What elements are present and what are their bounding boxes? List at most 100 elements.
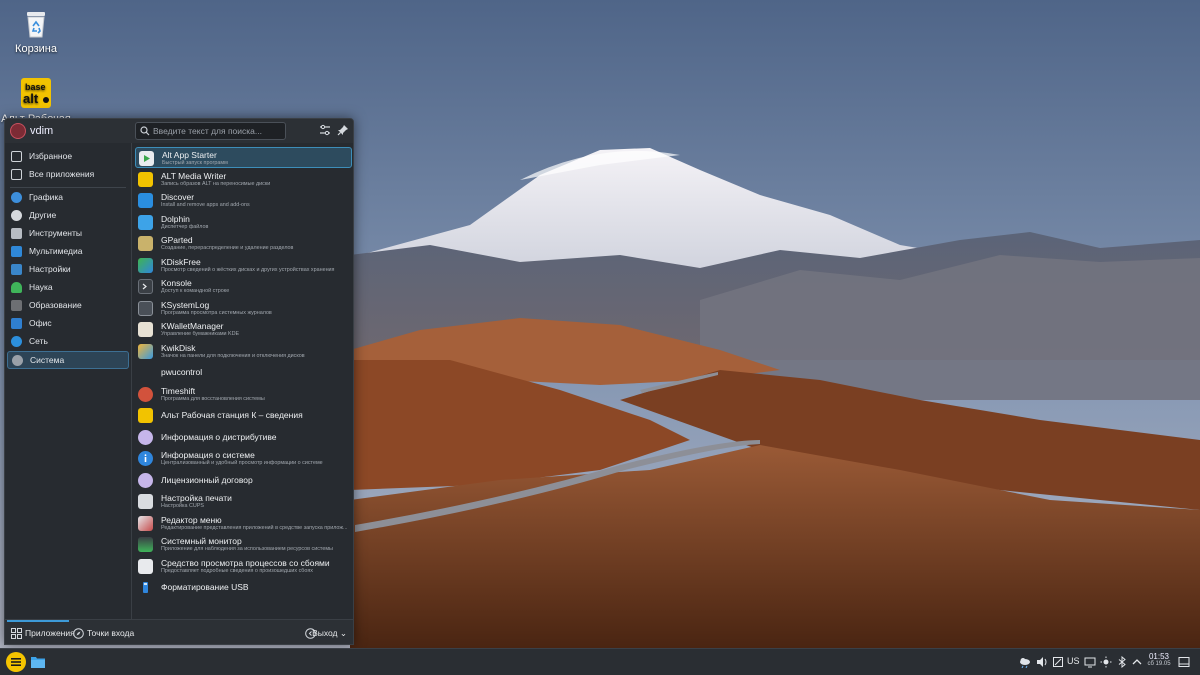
app-item-discover[interactable]: Discover Install and remove apps and add… bbox=[135, 190, 352, 211]
app-item-konsole[interactable]: Konsole Доступ к командной строке bbox=[135, 276, 352, 297]
app-item-system-info[interactable]: Информация о системе Централизованный и … bbox=[135, 448, 352, 469]
sidebar-item-label: Наука bbox=[29, 282, 53, 292]
app-item-ksystemlog[interactable]: KSystemLog Программа просмотра системных… bbox=[135, 298, 352, 319]
dolphin-icon bbox=[138, 214, 153, 230]
show-desktop-icon[interactable] bbox=[1178, 656, 1190, 668]
app-description: Предоставляет подробные сведения о произ… bbox=[161, 567, 313, 574]
app-item-usb-format[interactable]: Форматирование USB bbox=[135, 577, 352, 598]
app-list: Alt App Starter Быстрый запуск программ … bbox=[133, 145, 353, 619]
bluetooth-icon[interactable] bbox=[1116, 656, 1128, 668]
digital-clock[interactable]: 01:53 сб 19.05 bbox=[1144, 652, 1174, 667]
menu-editor-icon bbox=[138, 515, 153, 531]
weather-icon[interactable] bbox=[1019, 656, 1031, 668]
usb-format-icon bbox=[138, 580, 153, 595]
pin-icon[interactable] bbox=[336, 123, 350, 137]
sidebar-item-all-apps[interactable]: Все приложения bbox=[7, 166, 129, 184]
menu-icon bbox=[11, 658, 21, 666]
system-info-icon bbox=[138, 451, 153, 466]
application-launcher: vdim Избранное Все приложения bbox=[4, 118, 354, 645]
search-input[interactable] bbox=[153, 124, 283, 138]
file-manager-icon[interactable] bbox=[31, 655, 45, 668]
app-item-alt-app-starter[interactable]: Alt App Starter Быстрый запуск программ bbox=[135, 147, 352, 168]
search-box[interactable] bbox=[135, 122, 286, 140]
app-item-license[interactable]: Лицензионный договор bbox=[135, 470, 352, 491]
sidebar-item-education[interactable]: Образование bbox=[7, 297, 129, 315]
app-name: Alt App Starter bbox=[162, 150, 217, 160]
app-item-pwucontrol[interactable]: pwucontrol bbox=[135, 362, 352, 383]
sidebar-item-office[interactable]: Офис bbox=[7, 315, 129, 333]
logout-label: Выход bbox=[312, 628, 338, 638]
app-description: Создание, перераспределение и удаление р… bbox=[161, 245, 294, 251]
license-icon bbox=[138, 472, 153, 488]
sidebar-item-label: Все приложения bbox=[29, 169, 95, 179]
all-apps-icon bbox=[11, 169, 22, 180]
app-item-print-settings[interactable]: Настройка печати Настройка CUPS bbox=[135, 491, 352, 512]
app-name: Konsole bbox=[161, 278, 192, 288]
app-launcher-button[interactable] bbox=[6, 652, 26, 672]
app-item-gparted[interactable]: GParted Создание, перераспределение и уд… bbox=[135, 233, 352, 254]
expand-tray-icon[interactable] bbox=[1131, 656, 1143, 668]
sidebar-item-favorites[interactable]: Избранное bbox=[7, 148, 129, 166]
distro-info-icon bbox=[138, 429, 153, 445]
kdiskfree-icon bbox=[138, 257, 153, 273]
sidebar-item-other[interactable]: Другие bbox=[7, 207, 129, 225]
sidebar-item-label: Офис bbox=[29, 318, 52, 328]
kwallet-icon bbox=[138, 322, 153, 337]
other-icon bbox=[11, 210, 22, 221]
app-item-timeshift[interactable]: Timeshift Программа для восстановления с… bbox=[135, 384, 352, 405]
sidebar-item-tools[interactable]: Инструменты bbox=[7, 225, 129, 243]
app-name: Форматирование USB bbox=[161, 582, 249, 592]
sidebar-item-label: Графика bbox=[29, 192, 63, 202]
brightness-icon[interactable] bbox=[1100, 656, 1112, 668]
sidebar-item-settings[interactable]: Настройки bbox=[7, 261, 129, 279]
sidebar-item-label: Сеть bbox=[29, 336, 48, 346]
app-name: GParted bbox=[161, 235, 193, 245]
app-description: Программа для восстановления системы bbox=[161, 395, 265, 402]
app-name: Discover bbox=[161, 192, 195, 202]
app-item-kwalletmanager[interactable]: KWalletManager Управление бумажниками KD… bbox=[135, 319, 352, 340]
sidebar-item-science[interactable]: Наука bbox=[7, 279, 129, 297]
sidebar-item-network[interactable]: Сеть bbox=[7, 333, 129, 351]
konsole-icon bbox=[138, 279, 153, 294]
app-name: Информация о системе bbox=[161, 450, 255, 460]
app-name: KWalletManager bbox=[161, 321, 224, 331]
app-item-distro-info[interactable]: Информация о дистрибутиве bbox=[135, 427, 352, 448]
app-item-alt-info[interactable]: Альт Рабочая станция К – сведения bbox=[135, 405, 352, 426]
app-description: Программа просмотра системных журналов bbox=[161, 309, 272, 316]
tools-icon bbox=[11, 228, 22, 239]
timeshift-icon bbox=[138, 386, 153, 402]
clock-date: сб 19.05 bbox=[1147, 661, 1171, 667]
app-item-crash-viewer[interactable]: Средство просмотра процессов со сбоями П… bbox=[135, 556, 352, 577]
app-description: Приложение для наблюдения за использован… bbox=[161, 546, 333, 552]
app-name: Лицензионный договор bbox=[161, 474, 253, 485]
crash-viewer-icon bbox=[138, 558, 153, 574]
app-description: Диспетчер файлов bbox=[161, 223, 209, 230]
tab-places[interactable]: Точки входа bbox=[87, 628, 134, 638]
app-item-kdiskfree[interactable]: KDiskFree Просмотр сведений о жёстких ди… bbox=[135, 255, 352, 276]
keyboard-layout-indicator[interactable]: US bbox=[1067, 656, 1080, 666]
app-item-media-writer[interactable]: ALT Media Writer Запись образов ALT на п… bbox=[135, 169, 352, 190]
app-item-menu-editor[interactable]: Редактор меню Редактирование представлен… bbox=[135, 513, 352, 534]
volume-icon[interactable] bbox=[1036, 656, 1048, 668]
app-description: Настройка CUPS bbox=[161, 503, 205, 509]
sidebar-item-graphics[interactable]: Графика bbox=[7, 189, 129, 207]
sidebar-item-system[interactable]: Система bbox=[7, 351, 129, 369]
app-description: Доступ к командной строке bbox=[161, 288, 230, 294]
screen-icon[interactable] bbox=[1084, 656, 1096, 668]
category-sidebar: Избранное Все приложения Графика Другие … bbox=[5, 143, 131, 619]
app-description: Редактирование представления приложений … bbox=[161, 524, 348, 531]
desktop-icon-trash[interactable]: Корзина bbox=[0, 6, 72, 55]
sidebar-item-multimedia[interactable]: Мультимедиа bbox=[7, 243, 129, 261]
configure-icon[interactable] bbox=[318, 123, 332, 137]
app-item-kwikdisk[interactable]: KwikDisk Значок на панели для подключени… bbox=[135, 341, 352, 362]
tab-applications[interactable]: Приложения bbox=[25, 628, 75, 638]
app-item-system-monitor[interactable]: Системный монитор Приложение для наблюде… bbox=[135, 534, 352, 555]
notes-icon[interactable] bbox=[1052, 656, 1064, 668]
app-name: Информация о дистрибутиве bbox=[161, 431, 277, 442]
logout-button[interactable]: Выход ⌄ bbox=[312, 628, 347, 639]
avatar[interactable] bbox=[10, 123, 26, 139]
app-description: Install and remove apps and add-ons bbox=[161, 202, 250, 208]
app-item-dolphin[interactable]: Dolphin Диспетчер файлов bbox=[135, 212, 352, 233]
active-tab-indicator bbox=[7, 620, 69, 622]
places-icon bbox=[73, 628, 84, 639]
